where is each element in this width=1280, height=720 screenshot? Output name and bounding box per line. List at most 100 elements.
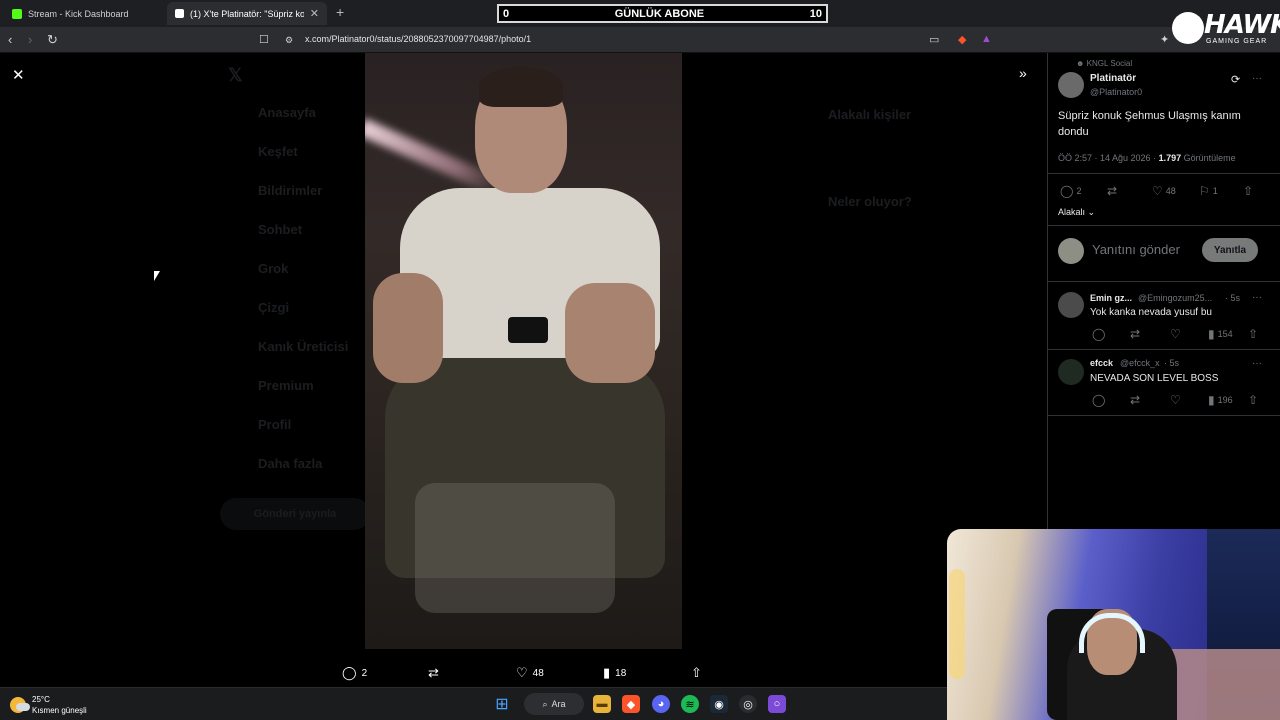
subs-goal: 10	[809, 7, 822, 20]
file-explorer-icon[interactable]: ▬	[593, 695, 611, 713]
share-action[interactable]: ⇧	[1248, 393, 1258, 407]
views-action[interactable]: ▮ 18	[603, 665, 626, 681]
post-button-bg: Gönderi yayınla	[220, 498, 370, 530]
reply-action[interactable]: ◯	[1092, 327, 1105, 341]
x-logo-icon: 𝕏	[228, 65, 243, 85]
repost-stat[interactable]: ⇄	[1107, 184, 1120, 198]
steam-icon[interactable]: ◉	[710, 695, 728, 713]
more-options-icon[interactable]: ···	[1252, 358, 1262, 369]
sort-dropdown[interactable]: Alakalı ⌄	[1058, 207, 1095, 218]
views-count: 196	[1217, 395, 1233, 405]
address-bar[interactable]: x.com/Platinator0/status/208805237009770…	[305, 34, 531, 44]
repost-action[interactable]: ⇄	[1130, 393, 1140, 407]
author-handle[interactable]: @Platinator0	[1090, 87, 1142, 97]
reply-stat[interactable]: ◯ 2	[1060, 184, 1081, 198]
discord-icon[interactable]: ◕	[652, 695, 670, 713]
grok-icon[interactable]: ⟳	[1231, 73, 1240, 86]
avatar[interactable]	[1058, 359, 1084, 385]
tab-x-post[interactable]: (1) X'te Platinatör: "Süpriz konuk ✕	[167, 2, 327, 25]
close-viewer-icon[interactable]: ✕	[12, 66, 25, 84]
like-count: 48	[532, 667, 544, 679]
tab-kick-dashboard[interactable]: Stream - Kick Dashboard	[4, 2, 164, 25]
share-stat[interactable]: ⇧	[1243, 184, 1253, 198]
search-icon: ⌕	[542, 698, 548, 709]
bookmark-stat[interactable]: ⚐ 1	[1199, 184, 1218, 198]
close-tab-icon[interactable]: ✕	[310, 7, 319, 20]
views-action[interactable]: ▮ 154	[1208, 327, 1233, 341]
search-label: Ara	[551, 699, 566, 709]
collapse-sidebar-icon[interactable]: »	[1019, 65, 1027, 81]
windows-start-icon[interactable]: ⊞	[493, 695, 511, 713]
reply-author-name[interactable]: Emin gz...	[1090, 293, 1132, 303]
app-icon[interactable]: ○	[768, 695, 786, 713]
weather-widget[interactable]: 25°C Kısmen güneşli	[10, 694, 87, 716]
forward-icon[interactable]: ›	[28, 32, 32, 47]
brave-browser-icon[interactable]: ◆	[622, 695, 640, 713]
like-count: 48	[1165, 186, 1176, 196]
community-context: ☻ KNGL Social	[1076, 59, 1132, 68]
like-action[interactable]: ♡	[1170, 393, 1181, 407]
extensions-icon[interactable]: ✦	[1160, 33, 1169, 46]
cast-icon[interactable]: ▭	[929, 33, 939, 46]
author-name[interactable]: Platinatör	[1090, 73, 1136, 84]
sort-label: Alakalı	[1058, 207, 1086, 217]
nav-lists: Çizgi	[258, 300, 290, 315]
avatar[interactable]	[1058, 72, 1084, 98]
windows-taskbar: 25°C Kısmen güneşli ⊞ ⌕ Ara ▬ ◆ ◕ ≋ ◉ ◎ ○	[0, 687, 947, 720]
weather-condition: Kısmen güneşli	[32, 706, 87, 715]
partly-sunny-icon	[10, 697, 30, 713]
avatar[interactable]	[1058, 292, 1084, 318]
repost-action[interactable]: ⇄	[428, 665, 444, 681]
like-action[interactable]: ♡ 48	[516, 665, 544, 681]
like-action[interactable]: ♡	[1170, 327, 1181, 341]
reply-author-handle[interactable]: @Emingozum25...	[1138, 293, 1212, 303]
reply-action[interactable]: ◯ 2	[342, 665, 367, 681]
spotify-icon[interactable]: ≋	[681, 695, 699, 713]
share-icon: ⇧	[1243, 184, 1254, 198]
photo-figure-hair	[479, 67, 563, 107]
nav-home: Anasayfa	[258, 105, 316, 120]
brave-rewards-icon[interactable]: ▲	[981, 33, 992, 45]
new-tab-icon[interactable]: +	[336, 4, 344, 20]
cam-lamp	[949, 569, 965, 679]
reply-text: Yok kanka nevada yusuf bu	[1090, 307, 1212, 318]
reply-time: · 5s	[1164, 358, 1180, 368]
share-icon: ⇧	[1248, 393, 1259, 407]
photo-chair	[415, 483, 615, 613]
post-photo[interactable]	[365, 53, 682, 649]
brave-shield-icon[interactable]: ◆	[958, 33, 966, 46]
reply-action[interactable]: ◯	[1092, 393, 1105, 407]
taskbar-search[interactable]: ⌕ Ara	[524, 693, 584, 715]
tab-title: Stream - Kick Dashboard	[28, 8, 129, 19]
post-views-label: Görüntüleme	[1181, 153, 1236, 163]
brand-tagline: GAMING GEAR	[1206, 38, 1268, 45]
photo-figure-arm	[565, 283, 655, 383]
reply-icon: ◯	[1060, 184, 1074, 198]
heart-icon: ♡	[1170, 393, 1181, 407]
bookmark-icon: ⚐	[1199, 184, 1210, 198]
heart-icon: ♡	[1152, 184, 1163, 198]
reply-input[interactable]: Yanıtını gönder	[1092, 242, 1180, 257]
obs-icon[interactable]: ◎	[739, 695, 757, 713]
reply-author-name[interactable]: efcck	[1090, 358, 1113, 368]
repost-action[interactable]: ⇄	[1130, 327, 1140, 341]
back-icon[interactable]: ‹	[8, 32, 12, 47]
views-count: 18	[615, 667, 627, 679]
reply-author-handle[interactable]: @efcck_x	[1120, 358, 1160, 368]
more-options-icon[interactable]: ···	[1252, 292, 1262, 303]
like-stat[interactable]: ♡ 48	[1152, 184, 1176, 198]
bookmark-icon[interactable]: ☐	[259, 33, 269, 46]
reply-button[interactable]: Yanıtla	[1202, 238, 1258, 262]
reply-count: 2	[1076, 186, 1082, 196]
nav-notifications: Bildirimler	[258, 183, 323, 198]
reload-icon[interactable]: ↻	[47, 32, 58, 48]
more-options-icon[interactable]: ···	[1252, 73, 1262, 84]
share-action[interactable]: ⇧	[1248, 327, 1258, 341]
divider	[1048, 349, 1280, 350]
x-favicon-icon	[175, 9, 184, 18]
views-action[interactable]: ▮ 196	[1208, 393, 1233, 407]
site-info-icon[interactable]: ⚙	[285, 35, 293, 46]
nav-creator: Kanık Üreticisi	[258, 339, 349, 354]
share-action[interactable]: ⇧	[691, 665, 702, 681]
photo-figure-arm	[373, 273, 443, 383]
